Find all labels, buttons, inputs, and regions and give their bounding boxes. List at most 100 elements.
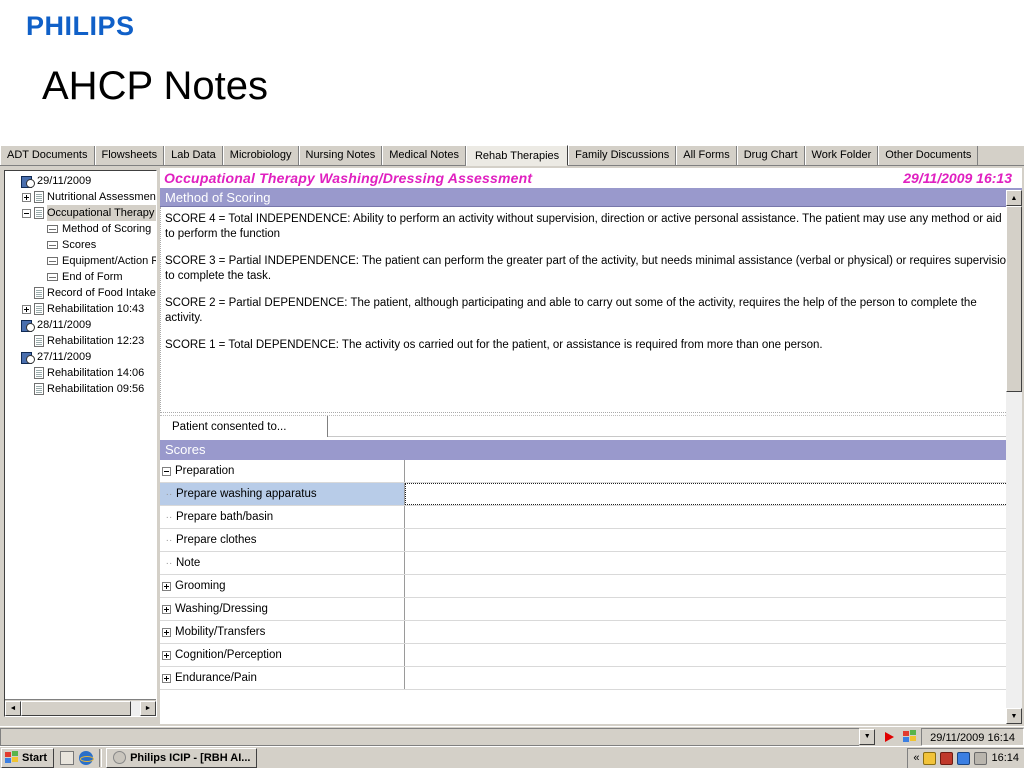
score-row-value-cell[interactable] [405,667,1022,689]
tab-lab-data[interactable]: Lab Data [164,146,223,165]
score-row-label: Prepare clothes [176,534,257,546]
start-button[interactable]: Start [1,747,55,768]
expand-plus-icon[interactable] [162,581,171,591]
application-icon[interactable] [899,730,921,743]
tree-item[interactable]: Rehabilitation 09:56 [5,381,156,397]
score-row-label-cell[interactable]: Grooming [160,575,405,597]
tab-nursing-notes[interactable]: Nursing Notes [298,146,383,165]
network-disconnected-icon[interactable] [940,751,954,765]
table-row[interactable]: Endurance/Pain [160,667,1022,690]
consent-row[interactable]: Patient consented to... [160,415,1022,437]
system-tray: « 16:14 [907,747,1024,768]
alarm-flag-icon[interactable] [879,731,899,742]
scroll-down-button[interactable]: ▼ [1006,708,1022,724]
table-row[interactable]: Cognition/Perception [160,644,1022,667]
table-row[interactable]: Mobility/Transfers [160,621,1022,644]
form-title: Occupational Therapy Washing/Dressing As… [164,170,533,186]
collapse-minus-icon[interactable] [162,466,171,476]
tree-item[interactable]: Nutritional Assessment [5,189,156,205]
score-row-label-cell[interactable]: ·· Prepare washing apparatus [160,483,405,505]
tree-item[interactable]: Rehabilitation 12:23 [5,333,156,349]
tree-item[interactable]: Rehabilitation 10:43 [5,301,156,317]
tree-item[interactable]: 28/11/2009 [5,317,156,333]
score-row-value-cell[interactable] [405,506,1022,528]
tab-family-discussions[interactable]: Family Discussions [568,146,677,165]
date-icon [21,175,35,188]
tab-other-documents[interactable]: Other Documents [878,146,979,165]
expand-plus-icon[interactable] [162,604,171,614]
status-dropdown-button[interactable]: ▼ [859,728,876,745]
table-row[interactable]: ·· Prepare bath/basin [160,506,1022,529]
tab-work-folder[interactable]: Work Folder [804,146,879,165]
table-row[interactable]: Grooming [160,575,1022,598]
tray-expand-chevron[interactable]: « [913,752,919,764]
expand-plus-icon[interactable] [162,650,171,660]
expand-plus-icon[interactable] [22,304,31,314]
tree-item[interactable]: Method of Scoring [5,221,156,237]
tree-item-label: Nutritional Assessment [47,191,156,203]
score-row-label: Prepare washing apparatus [176,488,317,500]
scroll-thumb-vertical[interactable] [1006,206,1022,392]
scoring-paragraph: SCORE 1 = Total DEPENDENCE: The activity… [165,339,823,351]
score-row-value-cell[interactable] [405,598,1022,620]
collapse-minus-icon[interactable] [22,208,31,218]
scroll-right-button[interactable]: ► [140,700,156,716]
internet-explorer-icon[interactable] [79,750,95,765]
score-row-value-cell[interactable] [405,575,1022,597]
scroll-track[interactable] [131,700,140,716]
tab-medical-notes[interactable]: Medical Notes [382,146,466,165]
score-row-value-cell[interactable] [405,529,1022,551]
tab-all-forms[interactable]: All Forms [676,146,737,165]
expand-plus-icon[interactable] [162,627,171,637]
windows-taskbar: Start Philips ICIP - [RBH AI... « 16:14 [0,746,1024,768]
network-icon[interactable] [957,751,971,765]
score-row-value-cell[interactable] [405,621,1022,643]
tree-horizontal-scrollbar[interactable]: ◄ ► [5,699,156,716]
table-row[interactable]: Washing/Dressing [160,598,1022,621]
tab-adt-documents[interactable]: ADT Documents [0,146,95,165]
document-tree[interactable]: 29/11/2009 Nutritional Assessment Occupati… [5,171,156,694]
table-row[interactable]: Preparation [160,460,1022,483]
tree-toggle-placeholder [35,225,44,234]
consent-value-field[interactable] [328,416,1022,437]
volume-icon[interactable] [974,751,988,765]
score-row-label-cell[interactable]: Endurance/Pain [160,667,405,689]
score-row-value-cell[interactable] [405,460,1022,482]
security-shield-icon[interactable] [923,751,937,765]
tree-item[interactable]: Rehabilitation 14:06 [5,365,156,381]
table-row[interactable]: ·· Prepare washing apparatus [160,483,1022,506]
expand-plus-icon[interactable] [22,192,31,202]
taskbar-item-philips-icip[interactable]: Philips ICIP - [RBH AI... [106,747,258,768]
tree-item[interactable]: Record of Food Intake [5,285,156,301]
table-row[interactable]: ·· Note [160,552,1022,575]
tab-rehab-therapies[interactable]: Rehab Therapies [465,145,569,166]
tab-microbiology[interactable]: Microbiology [222,146,299,165]
score-row-label-cell[interactable]: Mobility/Transfers [160,621,405,643]
score-row-value-cell[interactable] [405,644,1022,666]
tree-item[interactable]: End of Form [5,269,156,285]
table-row[interactable]: ·· Prepare clothes [160,529,1022,552]
score-row-label-cell[interactable]: Washing/Dressing [160,598,405,620]
tree-item[interactable]: 29/11/2009 [5,173,156,189]
scroll-thumb[interactable] [21,700,131,716]
tree-item[interactable]: 27/11/2009 [5,349,156,365]
score-row-label-cell[interactable]: ·· Prepare bath/basin [160,506,405,528]
score-row-label-cell[interactable]: ·· Prepare clothes [160,529,405,551]
tree-item[interactable]: Equipment/Action R [5,253,156,269]
expand-plus-icon[interactable] [162,673,171,683]
scroll-up-button[interactable]: ▲ [1006,190,1022,206]
scroll-track-vertical[interactable] [1006,392,1022,708]
tab-flowsheets[interactable]: Flowsheets [94,146,165,165]
show-desktop-icon[interactable] [60,750,75,765]
tree-item[interactable]: Scores [5,237,156,253]
form-vertical-scrollbar[interactable]: ▲ ▼ [1006,190,1022,724]
scroll-left-button[interactable]: ◄ [5,700,21,716]
score-row-label-cell[interactable]: Preparation [160,460,405,482]
tree-item[interactable]: Occupational Therapy W [5,205,156,221]
score-row-value-cell[interactable] [405,483,1022,505]
score-row-label-cell[interactable]: ·· Note [160,552,405,574]
method-of-scoring-text: SCORE 4 = Total INDEPENDENCE: Ability to… [160,207,1022,413]
tab-drug-chart[interactable]: Drug Chart [736,146,805,165]
score-row-value-cell[interactable] [405,552,1022,574]
score-row-label-cell[interactable]: Cognition/Perception [160,644,405,666]
